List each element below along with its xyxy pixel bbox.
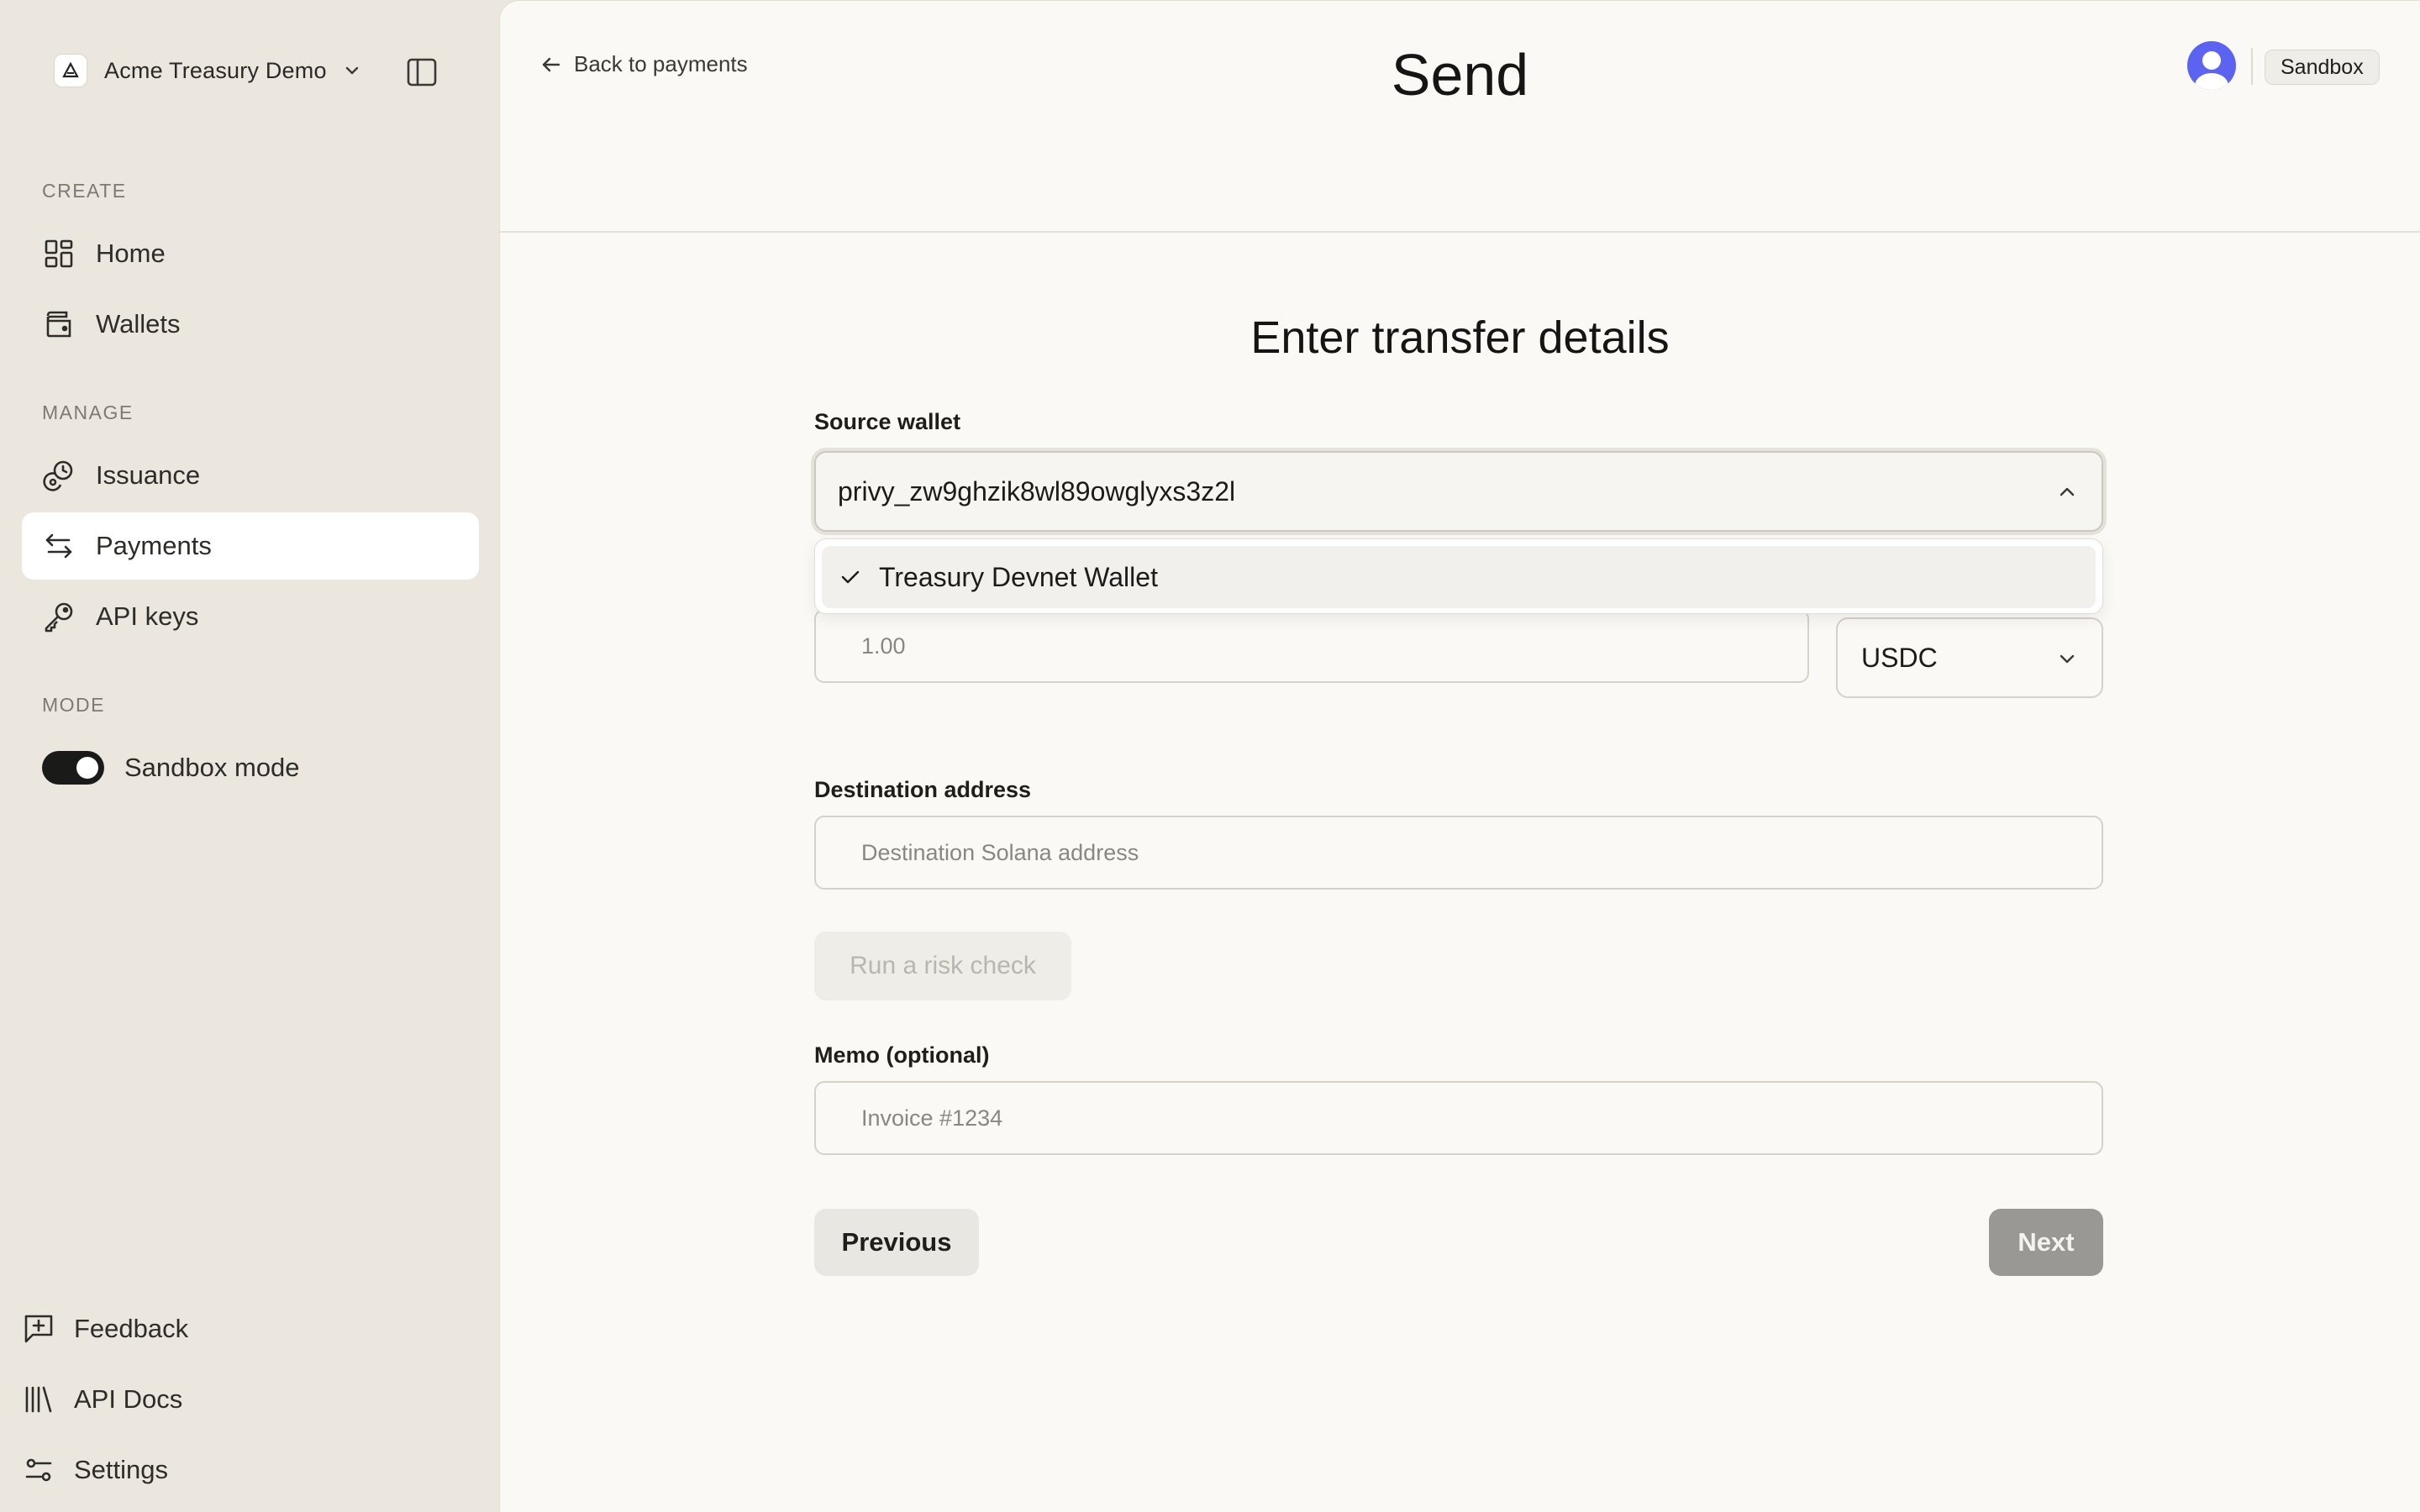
form-title: Enter transfer details <box>1250 312 1670 363</box>
sliders-icon <box>22 1453 55 1487</box>
page-title: Send <box>1391 42 1529 108</box>
sidebar-item-label: API Docs <box>74 1384 183 1414</box>
sidebar-item-issuance[interactable]: Issuance <box>22 442 479 509</box>
sidebar-toggle-icon[interactable] <box>403 55 440 89</box>
destination-address-input[interactable]: Destination Solana address <box>814 816 2103 890</box>
org-name: Acme Treasury Demo <box>104 57 327 83</box>
memo-input[interactable]: Invoice #1234 <box>814 1081 2103 1155</box>
header-divider <box>2251 48 2253 85</box>
feedback-icon <box>22 1312 55 1346</box>
source-wallet-select[interactable]: privy_zw9ghzik8wl89owglyxs3z2l <box>814 451 2103 532</box>
source-wallet-value: privy_zw9ghzik8wl89owglyxs3z2l <box>838 475 1236 507</box>
org-switcher[interactable]: Acme Treasury Demo <box>54 52 364 89</box>
previous-button[interactable]: Previous <box>814 1209 979 1276</box>
avatar[interactable] <box>2187 41 2236 90</box>
key-icon <box>42 600 76 633</box>
sandbox-mode-toggle[interactable] <box>42 751 104 785</box>
arrows-swap-icon <box>42 529 76 563</box>
check-icon <box>839 565 862 589</box>
currency-select[interactable]: USDC <box>1836 617 2103 698</box>
sidebar-item-wallets[interactable]: Wallets <box>22 291 479 358</box>
dropdown-option-treasury-devnet-wallet[interactable]: Treasury Devnet Wallet <box>822 546 2096 608</box>
sidebar-item-feedback[interactable]: Feedback <box>22 1304 188 1354</box>
sidebar-item-label: Issuance <box>96 460 201 490</box>
source-wallet-dropdown: Treasury Devnet Wallet <box>814 538 2103 614</box>
sidebar-item-label: Settings <box>74 1455 169 1484</box>
currency-value: USDC <box>1861 642 1938 673</box>
sidebar-item-payments[interactable]: Payments <box>22 512 479 580</box>
sidebar-item-label: Feedback <box>74 1314 189 1343</box>
main-panel: Back to payments Send Sandbox Enter tran… <box>499 0 2420 1512</box>
sidebar-item-label: Payments <box>96 531 212 560</box>
sidebar-item-api-docs[interactable]: API Docs <box>22 1374 182 1425</box>
source-wallet-label: Source wallet <box>814 409 961 434</box>
library-icon <box>22 1383 55 1416</box>
sidebar-item-label: Wallets <box>96 309 181 339</box>
sidebar: Acme Treasury Demo CREATE Home Wallets M… <box>0 0 499 1512</box>
sandbox-mode-label: Sandbox mode <box>124 753 300 782</box>
org-logo-icon <box>54 54 87 87</box>
memo-label: Memo (optional) <box>814 1042 990 1068</box>
coins-icon <box>42 459 76 492</box>
wallet-icon <box>42 307 76 341</box>
section-label-create: CREATE <box>42 180 127 202</box>
sidebar-item-label: API keys <box>96 601 199 631</box>
destination-address-label: Destination address <box>814 777 1032 802</box>
sidebar-item-settings[interactable]: Settings <box>22 1445 168 1495</box>
chevron-down-icon <box>340 59 364 82</box>
sidebar-item-api-keys[interactable]: API keys <box>22 583 479 650</box>
section-label-mode: MODE <box>42 694 105 716</box>
chevron-up-icon <box>2054 480 2080 505</box>
amount-input[interactable]: 1.00 <box>814 609 1809 683</box>
memo-placeholder: Invoice #1234 <box>861 1105 1003 1131</box>
sidebar-item-home[interactable]: Home <box>22 220 479 287</box>
dropdown-option-label: Treasury Devnet Wallet <box>879 561 1158 592</box>
destination-placeholder: Destination Solana address <box>861 839 1139 865</box>
section-label-manage: MANAGE <box>42 402 134 423</box>
amount-placeholder: 1.00 <box>861 633 906 659</box>
sidebar-item-label: Home <box>96 239 166 268</box>
grid-icon <box>42 237 76 270</box>
page-header: Back to payments Send Sandbox <box>500 1 2420 233</box>
environment-badge: Sandbox <box>2265 50 2380 85</box>
next-button[interactable]: Next <box>1989 1209 2103 1276</box>
run-risk-check-button[interactable]: Run a risk check <box>814 932 1071 1000</box>
sandbox-mode-row: Sandbox mode <box>42 744 300 791</box>
chevron-down-icon <box>2054 646 2080 671</box>
